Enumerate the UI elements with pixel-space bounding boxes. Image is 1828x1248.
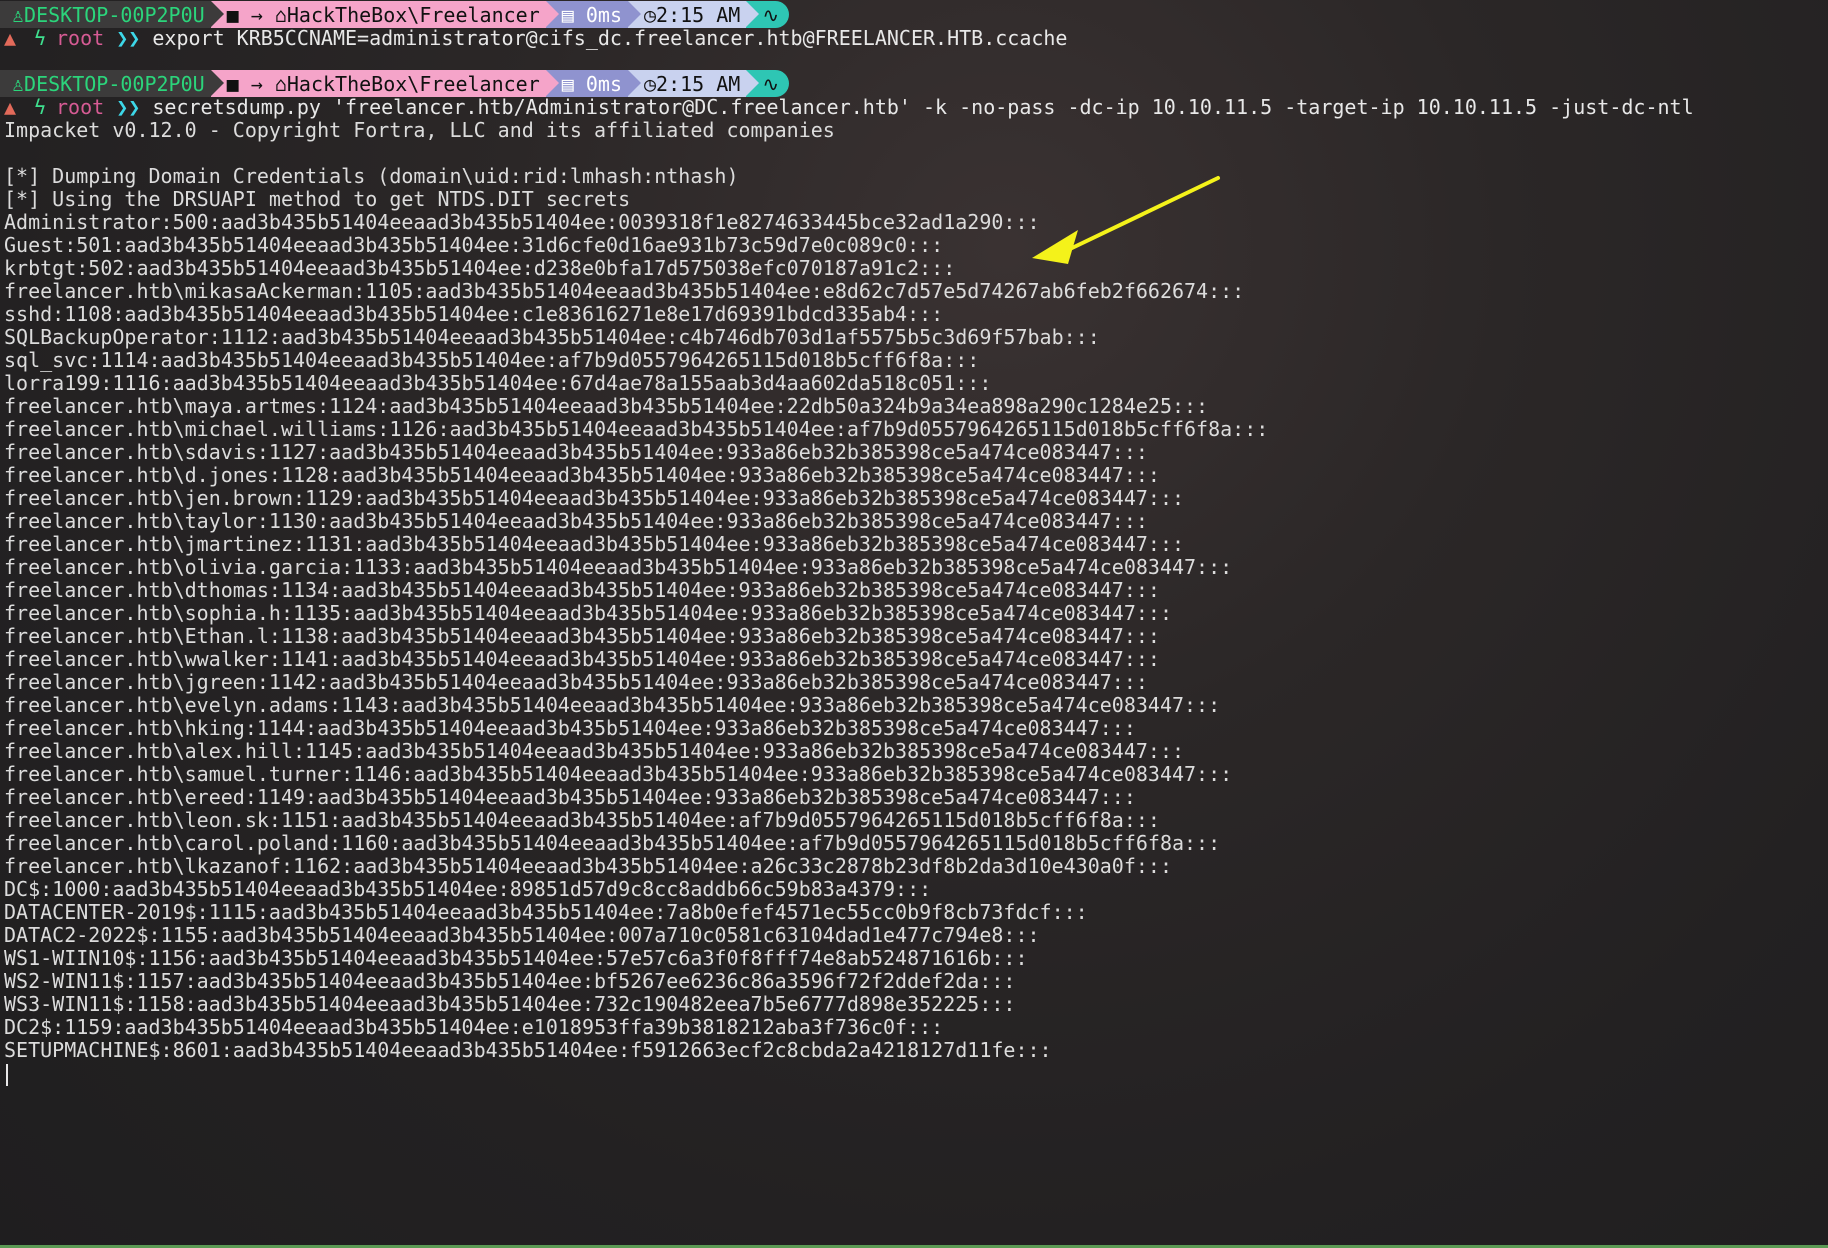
command-duration: 0ms	[585, 71, 622, 96]
timer-icon: ▤	[561, 71, 586, 96]
bolt-icon: ϟ	[34, 25, 47, 50]
current-path: HackTheBox\Freelancer	[286, 2, 540, 27]
clock-time: 2:15 AM	[656, 71, 741, 96]
timer-icon: ▤	[561, 2, 586, 27]
linux-penguin-icon: ♙	[12, 71, 25, 96]
text-cursor	[6, 1063, 8, 1086]
prompt-user: root	[56, 25, 105, 50]
command-duration: 0ms	[585, 2, 622, 27]
host-name: DESKTOP-00P2P0U	[24, 71, 205, 96]
prompt-chevron: ❯❯	[116, 25, 141, 50]
flame-icon: ▲	[4, 94, 17, 119]
clock-icon: ◷	[643, 71, 657, 96]
folder-icon: ■	[226, 2, 239, 27]
output-line: Impacket v0.12.0 - Copyright Fortra, LLC…	[4, 118, 835, 142]
command-text: secretsdump.py 'freelancer.htb/Administr…	[152, 94, 1694, 119]
output-line: SETUPMACHINE$:8601:aad3b435b51404eeaad3b…	[4, 1038, 1052, 1062]
folder-icon: ■	[226, 71, 239, 96]
activity-icon: ∿	[762, 71, 780, 96]
clock-icon: ◷	[643, 2, 657, 27]
bolt-icon: ϟ	[34, 94, 47, 119]
prompt-chevron: ❯❯	[116, 94, 141, 119]
command-line[interactable]: ▲ ϟ root ❯❯ export KRB5CCNAME=administrato…	[0, 24, 1067, 51]
home-icon: ⌂	[274, 2, 287, 27]
command-line[interactable]: ▲ ϟ root ❯❯ secretsdump.py 'freelancer.htb…	[0, 93, 1694, 120]
flame-icon: ▲	[4, 25, 17, 50]
annotation-arrow-icon	[1032, 176, 1220, 264]
current-path: HackTheBox\Freelancer	[286, 71, 540, 96]
linux-penguin-icon: ♙	[12, 2, 25, 27]
terminal-window[interactable]: ♙ DESKTOP-00P2P0U ■ → ⌂ HackTheBox\Freelan…	[0, 0, 1828, 1248]
home-icon: ⌂	[274, 71, 287, 96]
output-line	[4, 1060, 8, 1087]
command-text: export KRB5CCNAME=administrator@cifs_dc.…	[152, 25, 1068, 50]
prompt-user: root	[56, 94, 105, 119]
host-name: DESKTOP-00P2P0U	[24, 2, 205, 27]
activity-icon: ∿	[762, 2, 780, 27]
clock-time: 2:15 AM	[656, 2, 741, 27]
